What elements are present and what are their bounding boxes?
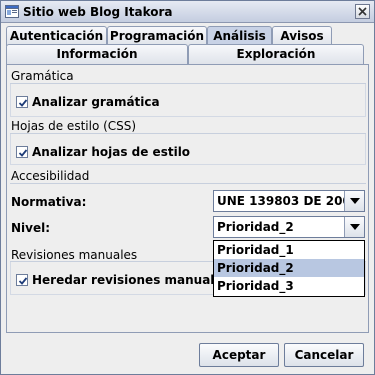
- grammar-checkbox-label: Analizar gramática: [32, 95, 160, 109]
- level-select-value: Prioridad_2: [217, 220, 294, 234]
- check-icon: [18, 99, 28, 107]
- grammar-checkbox[interactable]: [16, 96, 28, 108]
- tab-label: Programación: [109, 29, 205, 43]
- tab-label: Información: [56, 47, 138, 61]
- manual-checkbox-label: Heredar revisiones manuales: [32, 273, 230, 287]
- level-select[interactable]: Prioridad_2: [213, 216, 365, 238]
- level-dropdown-list[interactable]: Prioridad_1 Prioridad_2 Prioridad_3: [213, 240, 365, 297]
- tab-label: Exploración: [236, 47, 316, 61]
- tab-autenticacion[interactable]: Autenticación: [6, 26, 107, 46]
- cancel-button-label: Cancelar: [294, 348, 354, 362]
- manual-checkbox[interactable]: [16, 274, 28, 286]
- manual-checkbox-row[interactable]: Heredar revisiones manuales: [16, 273, 230, 287]
- accept-button-label: Aceptar: [212, 348, 266, 362]
- close-icon: [358, 7, 367, 16]
- css-checkbox-row[interactable]: Analizar hojas de estilo: [16, 145, 190, 159]
- chevron-down-icon: [350, 224, 360, 230]
- window-title: Sitio web Blog Itakora: [23, 5, 173, 19]
- dialog-window: Sitio web Blog Itakora Autenticación Pro…: [0, 0, 375, 375]
- tab-label: Avisos: [280, 29, 324, 43]
- level-label: Nivel:: [11, 221, 51, 235]
- group-divider: [10, 183, 366, 184]
- level-option-3[interactable]: Prioridad_3: [214, 277, 364, 295]
- group-title-grammar: Gramática: [11, 69, 74, 83]
- tab-exploracion[interactable]: Exploración: [188, 44, 364, 64]
- tab-label: Análisis: [213, 29, 266, 43]
- title-bar[interactable]: Sitio web Blog Itakora: [1, 1, 374, 23]
- css-checkbox[interactable]: [16, 146, 28, 158]
- app-icon: [5, 5, 19, 18]
- group-divider: [10, 133, 366, 134]
- chevron-down-icon: [350, 198, 360, 204]
- accept-button[interactable]: Aceptar: [199, 343, 279, 367]
- tab-informacion[interactable]: Información: [6, 44, 188, 64]
- group-divider: [10, 83, 366, 84]
- close-button[interactable]: [355, 4, 370, 19]
- tab-label: Autenticación: [9, 29, 104, 43]
- css-checkbox-label: Analizar hojas de estilo: [32, 145, 191, 159]
- level-option-2[interactable]: Prioridad_2: [214, 259, 364, 277]
- grammar-checkbox-row[interactable]: Analizar gramática: [16, 95, 160, 109]
- norm-select-arrow[interactable]: [344, 191, 364, 211]
- check-icon: [18, 149, 28, 157]
- norm-select[interactable]: UNE 139803 DE 2004: [213, 190, 365, 212]
- check-icon: [18, 277, 28, 285]
- tab-programacion[interactable]: Programación: [107, 26, 207, 46]
- tab-analisis[interactable]: Análisis: [207, 26, 272, 46]
- cancel-button[interactable]: Cancelar: [284, 343, 364, 367]
- level-option-1[interactable]: Prioridad_1: [214, 241, 364, 259]
- group-title-css: Hojas de estilo (CSS): [11, 119, 137, 133]
- level-select-arrow[interactable]: [344, 217, 364, 237]
- norm-select-value: UNE 139803 DE 2004: [217, 194, 360, 208]
- norm-label: Normativa:: [11, 195, 87, 209]
- group-title-manual: Revisiones manuales: [11, 248, 138, 262]
- tab-avisos[interactable]: Avisos: [272, 26, 332, 46]
- group-title-accessibility: Accesibilidad: [11, 169, 90, 183]
